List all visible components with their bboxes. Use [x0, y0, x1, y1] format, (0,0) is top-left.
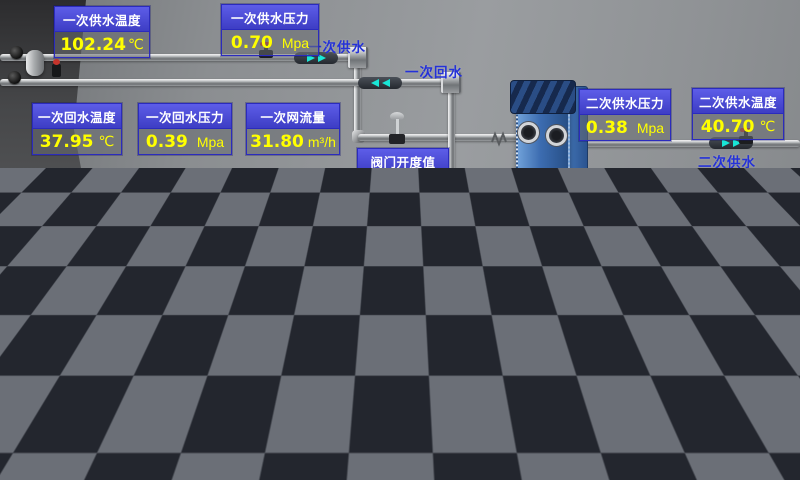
gauge-title: 二次回水温度: [693, 245, 786, 270]
gauge-title: 阀门开度值: [358, 149, 448, 174]
gauge-title: 一次回水温度: [33, 104, 121, 129]
gauge-primary-flow: 一次网流量 31.80 m³/h: [246, 103, 340, 155]
pipe-primary-return-riser: [448, 86, 455, 298]
gauge-title: 水箱液位高度: [35, 301, 127, 326]
gauge-title: 一次回水压力: [139, 104, 231, 129]
gauge-unit: Mpa: [637, 120, 664, 136]
gauge-unit: m³/h: [308, 134, 336, 150]
handwheel-valve: [10, 46, 23, 59]
gauge-unit: ℃: [760, 118, 776, 135]
gauge-value: 1.10: [47, 329, 89, 349]
gauge-primary-return-pressure: 一次回水压力 0.39 Mpa: [138, 103, 232, 155]
gauge-title: 补水泵频率: [278, 379, 370, 404]
gauge-value: 37.95: [40, 132, 94, 152]
gauge-primary-supply-temp: 一次供水温度 102.24 ℃: [54, 6, 150, 58]
gauge-value: 5.92: [371, 177, 413, 197]
hx-port: [520, 196, 541, 217]
gauge-primary-return-temp: 一次回水温度 37.95 ℃: [32, 103, 122, 155]
pump-status-indicator: [256, 316, 267, 334]
tank-manhole-left: [8, 378, 60, 430]
pump-status-indicator: [236, 382, 247, 400]
hx-top-clamp: [510, 80, 576, 114]
gauge-value: 36.63: [702, 273, 756, 293]
gauge-unit: ℃: [128, 36, 144, 53]
pipe-makeup-riser: [612, 300, 617, 392]
gauge-unit: Mpa: [637, 275, 664, 291]
flow-direction-indicator: [358, 77, 402, 89]
pipe-label-makeup: 补水: [577, 397, 606, 417]
gauge-secondary-return-pressure: 二次回水压力 0.27 Mpa: [578, 244, 672, 296]
flow-direction-indicator: [490, 291, 534, 303]
control-valve: [389, 112, 405, 146]
hx-foot: [552, 218, 564, 230]
makeup-pump-1: [246, 312, 276, 372]
gauge-primary-supply-pressure: 一次供水压力 0.70 Mpa: [221, 4, 319, 56]
makeup-pump-2: [226, 378, 256, 438]
tank-manhole-right: [70, 378, 122, 430]
hx-foot: [522, 218, 534, 230]
gauge-title: 一次供水温度: [55, 7, 149, 32]
gauge-unit: ℃: [99, 133, 115, 150]
hmi-heat-station-screen: 一次供水 一次回水 二次供水 二次回水 补水 一次供水温度 102.24 ℃ 一…: [0, 0, 800, 480]
gauge-title: 二次供水温度: [693, 89, 783, 114]
gauge-value: 0.27: [586, 273, 628, 293]
gauge-unit: %: [422, 179, 434, 195]
gauge-value: 0.70: [231, 33, 273, 53]
pipe-label-primary-return: 一次回水: [405, 61, 463, 81]
separator-vessel: [26, 50, 44, 76]
gauge-unit: ℃: [761, 274, 777, 291]
gauge-title: 一次供水压力: [222, 5, 318, 30]
gauge-value: 31.80: [250, 132, 304, 152]
pipe-pump-discharge-header: [416, 276, 546, 283]
gauge-valve-opening: 阀门开度值 5.92 %: [357, 148, 449, 200]
gauge-value: 0.38: [586, 118, 628, 138]
pump-status-indicator: [433, 203, 445, 224]
gauge-unit: Hz: [345, 409, 362, 425]
gauge-makeup-pump-freq: 补水泵频率 33.88 Hz: [277, 378, 371, 430]
gauge-tank-level: 水箱液位高度 1.10 m³: [34, 300, 128, 352]
handwheel-valve: [8, 71, 21, 84]
pipe-secondary-supply: [568, 140, 800, 147]
pressure-sensor: [52, 64, 61, 77]
hx-port: [546, 125, 567, 146]
gauge-secondary-supply-temp: 二次供水温度 40.70 ℃: [692, 88, 784, 140]
gauge-value: 33.88: [286, 407, 340, 427]
pipe-hx-down-riser: [536, 226, 543, 298]
gauge-secondary-supply-pressure: 二次供水压力 0.38 Mpa: [579, 89, 671, 141]
gauge-title: 二次回水压力: [579, 245, 671, 270]
shutoff-valve: [544, 282, 560, 298]
pump-status-indicator: [497, 205, 509, 226]
gauge-unit: Mpa: [282, 35, 309, 51]
circulation-pump-1: [422, 198, 456, 266]
gauge-value: 0.39: [146, 132, 188, 152]
gauge-unit: m³: [98, 331, 114, 347]
gauge-title: 二次供水压力: [580, 90, 670, 115]
gauge-value: 102.24: [60, 35, 126, 55]
gauge-value: 40.70: [701, 117, 755, 137]
hx-port: [518, 122, 539, 143]
circulation-pump-2: [486, 200, 520, 268]
pipe-label-secondary-supply: 二次供水: [698, 151, 756, 171]
pipe-primary-supply-drop: [354, 60, 361, 140]
gauge-secondary-return-temp: 二次回水温度 36.63 ℃: [692, 244, 787, 296]
pipe-label-secondary-return: 二次回水: [715, 305, 773, 325]
gauge-title: 一次网流量: [247, 104, 339, 129]
gauge-unit: Mpa: [197, 134, 224, 150]
